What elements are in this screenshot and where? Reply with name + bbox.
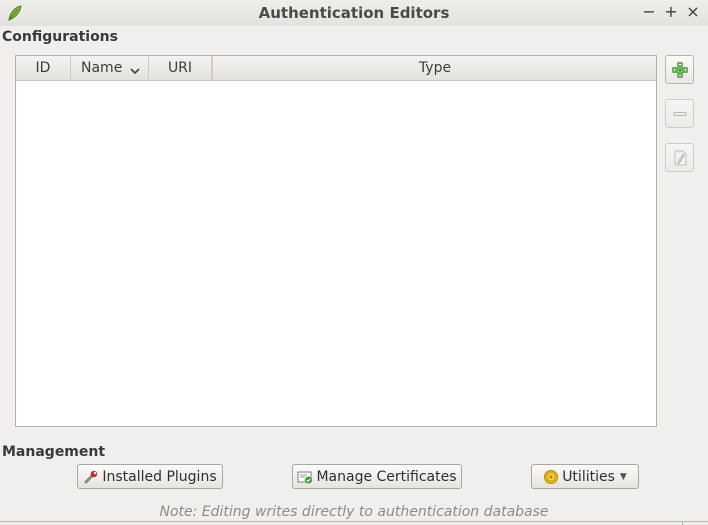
window-title: Authentication Editors [258, 4, 450, 22]
installed-plugins-label: Installed Plugins [102, 468, 217, 485]
remove-configuration-button[interactable] [665, 99, 694, 128]
column-header-type[interactable]: Type [212, 56, 657, 80]
installed-plugins-button[interactable]: Installed Plugins [77, 464, 223, 489]
column-header-id[interactable]: ID [16, 56, 71, 80]
column-header-name-label: Name [81, 60, 123, 76]
resize-grip[interactable] [682, 521, 708, 525]
remove-icon [673, 112, 687, 116]
add-icon [672, 62, 688, 78]
window-bottom-edge [0, 521, 708, 522]
configurations-table[interactable]: ID Name URI Type [15, 55, 657, 427]
sort-descending-icon [129, 61, 141, 75]
editing-note: Note: Editing writes directly to authent… [159, 504, 549, 520]
dropdown-arrow-icon: ▼ [619, 471, 627, 482]
table-header: ID Name URI Type [16, 56, 656, 81]
column-header-name[interactable]: Name [71, 56, 149, 80]
utilities-label: Utilities [562, 468, 615, 485]
gear-icon [544, 469, 559, 484]
edit-icon [674, 150, 687, 166]
utilities-dropdown-button[interactable]: Utilities ▼ [531, 464, 639, 489]
table-body[interactable] [16, 81, 656, 426]
minimize-button[interactable]: − [639, 2, 659, 22]
maximize-button[interactable]: + [661, 2, 681, 22]
wrench-icon [84, 470, 98, 483]
close-button[interactable]: × [683, 2, 703, 22]
certificate-icon [297, 471, 313, 483]
title-bar: Authentication Editors − + × [0, 0, 708, 26]
manage-certificates-button[interactable]: Manage Certificates [292, 464, 462, 489]
add-configuration-button[interactable] [665, 55, 694, 84]
configurations-label: Configurations [2, 29, 118, 45]
column-header-uri[interactable]: URI [149, 56, 212, 80]
edit-configuration-button[interactable] [665, 143, 694, 172]
management-label: Management [2, 444, 106, 460]
manage-certificates-label: Manage Certificates [316, 468, 457, 485]
